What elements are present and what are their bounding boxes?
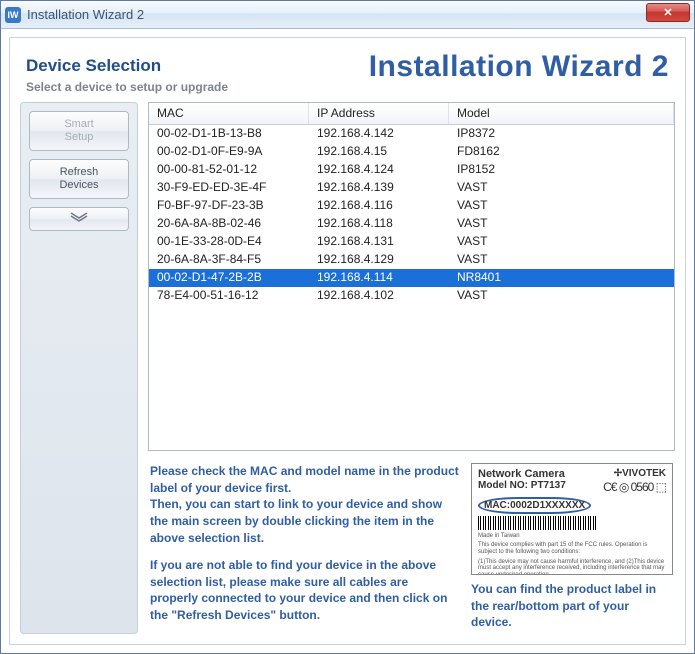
table-row[interactable]: 30-F9-ED-ED-3E-4F192.168.4.139VAST (149, 179, 674, 197)
cell-mac: 00-1E-33-28-0D-E4 (149, 233, 309, 251)
device-table: MAC IP Address Model 00-02-D1-1B-13-B819… (148, 102, 675, 451)
product-label-box: Network Camera ✢VIVOTEK Model NO: PT7137… (471, 463, 673, 634)
cell-mac: 00-02-D1-1B-13-B8 (149, 125, 309, 143)
cell-ip: 192.168.4.15 (309, 143, 449, 161)
table-row[interactable]: 00-1E-33-28-0D-E4192.168.4.131VAST (149, 233, 674, 251)
cell-model: VAST (449, 287, 674, 305)
cell-mac: 00-02-D1-0F-E9-9A (149, 143, 309, 161)
info-row: Please check the MAC and model name in t… (148, 459, 675, 634)
smart-setup-button[interactable]: Smart Setup (29, 111, 129, 151)
cell-model: NR8401 (449, 269, 674, 287)
table-header: MAC IP Address Model (149, 103, 674, 125)
cell-mac: 20-6A-8A-3F-84-F5 (149, 251, 309, 269)
info-p1: Please check the MAC and model name in t… (150, 464, 459, 495)
product-label: Network Camera ✢VIVOTEK Model NO: PT7137… (471, 463, 673, 575)
label-caption: You can find the product label in the re… (471, 581, 673, 631)
cell-ip: 192.168.4.114 (309, 269, 449, 287)
table-row[interactable]: F0-BF-97-DF-23-3B192.168.4.116VAST (149, 197, 674, 215)
chevron-down-icon (69, 212, 89, 226)
table-row[interactable]: 00-02-D1-47-2B-2B192.168.4.114NR8401 (149, 269, 674, 287)
col-header-ip[interactable]: IP Address (309, 103, 449, 124)
label-modelno: Model NO: PT7137 (478, 480, 566, 491)
table-row[interactable]: 78-E4-00-51-16-12192.168.4.102VAST (149, 287, 674, 305)
cell-ip: 192.168.4.129 (309, 251, 449, 269)
cell-model: VAST (449, 179, 674, 197)
table-row[interactable]: 00-02-D1-1B-13-B8192.168.4.142IP8372 (149, 125, 674, 143)
cell-model: IP8372 (449, 125, 674, 143)
info-p2: Then, you can start to link to your devi… (150, 497, 442, 545)
main-area: MAC IP Address Model 00-02-D1-1B-13-B819… (148, 102, 675, 634)
titlebar: IW Installation Wizard 2 ✕ (1, 1, 694, 29)
cell-model: IP8152 (449, 161, 674, 179)
expand-button[interactable] (29, 207, 129, 231)
cell-mac: F0-BF-97-DF-23-3B (149, 197, 309, 215)
cell-ip: 192.168.4.131 (309, 233, 449, 251)
inner-panel: Device Selection Select a device to setu… (9, 37, 686, 645)
info-p3: If you are not able to find your device … (150, 557, 459, 624)
label-fineprint3: (1)This device may not cause harmful int… (478, 559, 666, 575)
table-row[interactable]: 00-00-81-52-01-12192.168.4.124IP8152 (149, 161, 674, 179)
cell-mac: 30-F9-ED-ED-3E-4F (149, 179, 309, 197)
app-window: IW Installation Wizard 2 ✕ Device Select… (0, 0, 695, 654)
close-icon: ✕ (663, 6, 672, 19)
refresh-devices-button[interactable]: Refresh Devices (29, 159, 129, 199)
cell-ip: 192.168.4.116 (309, 197, 449, 215)
header: Device Selection Select a device to setu… (10, 38, 685, 102)
table-body: 00-02-D1-1B-13-B8192.168.4.142IP837200-0… (149, 125, 674, 305)
page-subtitle: Select a device to setup or upgrade (26, 80, 228, 94)
label-brand: ✢VIVOTEK (614, 468, 666, 479)
content-area: Device Selection Select a device to setu… (1, 29, 694, 653)
brand-title: Installation Wizard 2 (369, 50, 669, 84)
label-ce: C€ ◎ 0560 ⬚ (603, 480, 666, 494)
cell-ip: 192.168.4.142 (309, 125, 449, 143)
label-mac: MAC:0002D1XXXXXX (478, 497, 591, 514)
col-header-mac[interactable]: MAC (149, 103, 309, 124)
col-header-model[interactable]: Model (449, 103, 674, 124)
cell-ip: 192.168.4.139 (309, 179, 449, 197)
cell-ip: 192.168.4.124 (309, 161, 449, 179)
cell-model: VAST (449, 215, 674, 233)
body: Smart Setup Refresh Devices MAC IP Addre… (10, 102, 685, 644)
table-row[interactable]: 00-02-D1-0F-E9-9A192.168.4.15FD8162 (149, 143, 674, 161)
cell-ip: 192.168.4.118 (309, 215, 449, 233)
window-title: Installation Wizard 2 (27, 7, 144, 22)
cell-mac: 78-E4-00-51-16-12 (149, 287, 309, 305)
info-text: Please check the MAC and model name in t… (150, 463, 459, 634)
cell-model: VAST (449, 233, 674, 251)
sidebar: Smart Setup Refresh Devices (20, 102, 138, 634)
app-icon: IW (5, 7, 21, 23)
barcode-icon (478, 516, 598, 530)
label-fineprint2: This device complies with part 15 of the… (478, 542, 666, 555)
cell-mac: 00-00-81-52-01-12 (149, 161, 309, 179)
table-row[interactable]: 20-6A-8A-3F-84-F5192.168.4.129VAST (149, 251, 674, 269)
cell-model: VAST (449, 251, 674, 269)
table-row[interactable]: 20-6A-8A-8B-02-46192.168.4.118VAST (149, 215, 674, 233)
cell-ip: 192.168.4.102 (309, 287, 449, 305)
label-name: Network Camera (478, 468, 565, 480)
page-title: Device Selection (26, 56, 228, 76)
cell-mac: 00-02-D1-47-2B-2B (149, 269, 309, 287)
close-button[interactable]: ✕ (646, 3, 690, 22)
cell-model: FD8162 (449, 143, 674, 161)
cell-mac: 20-6A-8A-8B-02-46 (149, 215, 309, 233)
label-fineprint1: Made in Taiwan (478, 533, 666, 540)
cell-model: VAST (449, 197, 674, 215)
